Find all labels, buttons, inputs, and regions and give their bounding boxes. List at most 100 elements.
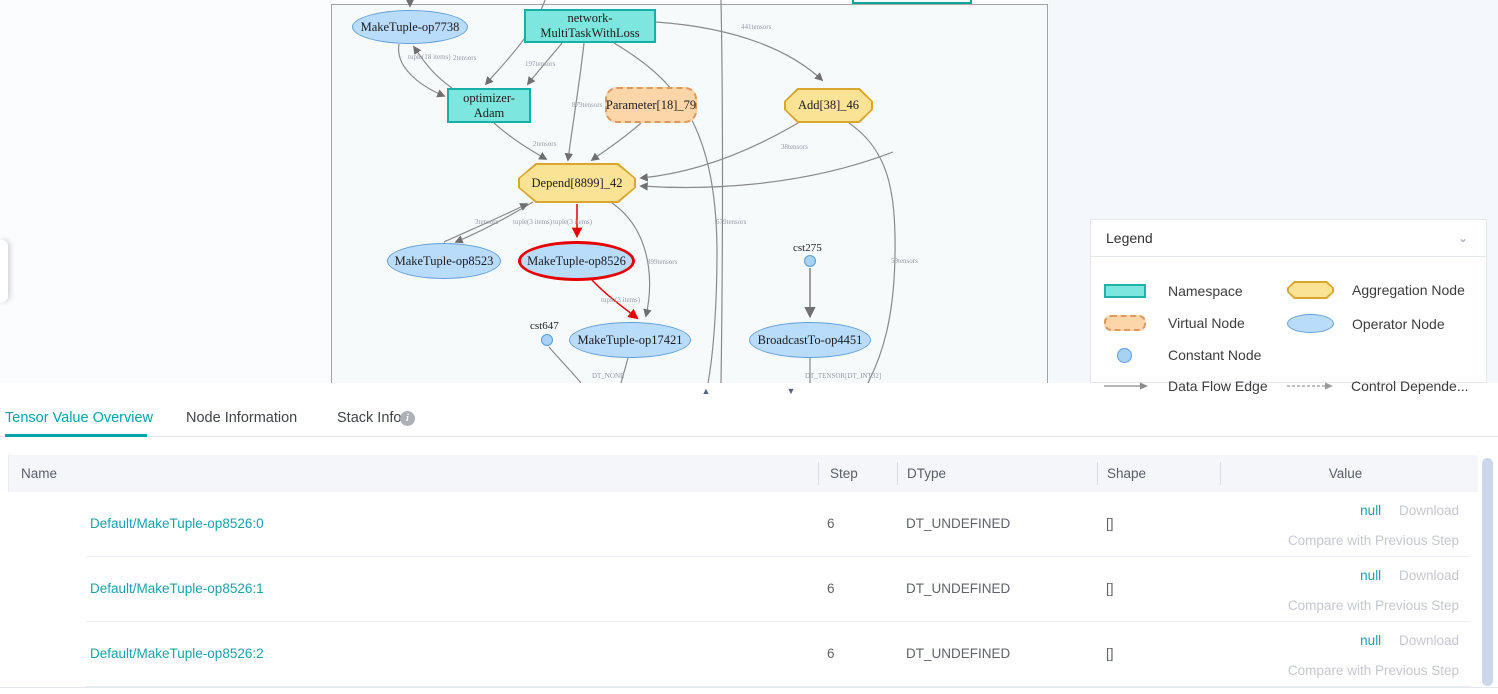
compare-previous-step-link[interactable]: Compare with Previous Step (1288, 598, 1459, 613)
download-link[interactable]: Download (1399, 568, 1459, 583)
data-flow-edge-swatch (1104, 381, 1148, 391)
tensor-name-link[interactable]: Default/MakeTuple-op8526:1 (90, 581, 264, 596)
namespace-swatch (1104, 284, 1146, 298)
column-value: Value (1220, 455, 1471, 492)
shape-value: [] (1106, 516, 1114, 531)
column-dtype: DType (907, 455, 946, 492)
expand-panel-button[interactable]: ▲ (663, 383, 749, 399)
edge-label: 679tensors (716, 218, 746, 226)
legend-panel: Legend ⌄ Namespace Aggregation Node Virt… (1090, 219, 1487, 383)
legend-title: Legend (1106, 230, 1153, 246)
node-depend-8899-42[interactable]: Depend[8899]_42 (518, 163, 636, 203)
edge-label: 2tensors (533, 140, 556, 148)
compare-previous-step-link[interactable]: Compare with Previous Step (1288, 663, 1459, 678)
table-row: Default/MakeTuple-op8526:0 6 DT_UNDEFINE… (8, 492, 1470, 557)
graph-section: MakeTuple-op7738 network-MultiTaskWithLo… (0, 0, 1498, 383)
sidebar-collapse-handle[interactable] (0, 240, 8, 302)
node-label: network-MultiTaskWithLoss (526, 11, 654, 41)
legend-item-constant: Constant Node (1104, 347, 1261, 363)
node-network-multitaskwithloss[interactable]: network-MultiTaskWithLoss (524, 9, 656, 43)
tensor-name-link[interactable]: Default/MakeTuple-op8526:2 (90, 646, 264, 661)
step-value: 6 (827, 581, 835, 596)
node-add-38-46[interactable]: Add[38]_46 (784, 88, 873, 123)
edge-label: 441tensors (741, 23, 771, 31)
dtype-value: DT_UNDEFINED (906, 516, 1010, 531)
panel-bottom-border (0, 687, 1498, 688)
virtual-node-swatch (1104, 315, 1146, 331)
null-value-link[interactable]: null (1360, 503, 1381, 518)
legend-item-dataflow: Data Flow Edge (1104, 378, 1268, 394)
shape-value: [] (1106, 646, 1114, 661)
aggregation-swatch (1287, 281, 1334, 299)
shape-value: [] (1106, 581, 1114, 596)
edge-label: DT_NONE (592, 372, 624, 380)
legend-header[interactable]: Legend ⌄ (1091, 220, 1486, 257)
table-row: Default/MakeTuple-op8526:1 6 DT_UNDEFINE… (8, 557, 1470, 622)
node-parameter-18-79[interactable]: Parameter[18]_79 (605, 87, 697, 123)
table-header: Name Step DType Shape Value (8, 455, 1478, 492)
operator-node-swatch (1287, 314, 1334, 333)
edge-label: DT_TENSOR[DT_INT32] (805, 372, 881, 380)
collapse-panel-button[interactable]: ▼ (748, 383, 834, 399)
node-maketuple-op8523[interactable]: MakeTuple-op8523 (387, 243, 501, 279)
column-separator (1097, 462, 1098, 485)
edge-label: 197tensors (525, 60, 555, 68)
download-link[interactable]: Download (1399, 633, 1459, 648)
tensor-table: Name Step DType Shape Value output Defau… (8, 455, 1478, 687)
cst647-label: cst647 (530, 320, 559, 332)
legend-item-namespace: Namespace (1104, 283, 1243, 299)
table-row: Default/MakeTuple-op8526:2 6 DT_UNDEFINE… (8, 622, 1470, 687)
edge-label: 59tensors (891, 257, 918, 265)
tabs-divider (0, 436, 1498, 437)
null-value-link[interactable]: null (1360, 633, 1381, 648)
node-optimizer-adam[interactable]: optimizer-Adam (447, 88, 531, 123)
edge-label: tuple(3 items) (513, 218, 552, 226)
tab-node-information[interactable]: Node Information (186, 410, 297, 426)
column-shape: Shape (1107, 455, 1146, 492)
tab-tensor-value-overview[interactable]: Tensor Value Overview (5, 410, 153, 426)
legend-label: Virtual Node (1168, 315, 1245, 331)
node-maketuple-op8526-selected[interactable]: MakeTuple-op8526 (518, 241, 635, 281)
edge-label: tuple(3 items) (601, 296, 640, 304)
legend-item-aggregation: Aggregation Node (1287, 281, 1465, 299)
table-scrollbar-thumb[interactable] (1482, 458, 1493, 686)
node-cst275[interactable] (804, 255, 816, 267)
control-dependency-swatch (1287, 381, 1333, 391)
node-label: MakeTuple-op17421 (577, 333, 682, 348)
node-label: Parameter[18]_79 (606, 98, 696, 113)
node-label: Add[38]_46 (786, 90, 871, 121)
node-maketuple-op7738[interactable]: MakeTuple-op7738 (352, 10, 468, 44)
node-label: MakeTuple-op7738 (361, 20, 460, 35)
legend-item-virtual: Virtual Node (1104, 315, 1245, 331)
node-label: Depend[8899]_42 (520, 165, 634, 201)
cst275-label: cst275 (793, 242, 822, 254)
dtype-value: DT_UNDEFINED (906, 646, 1010, 661)
edge-label: tuple(3 items) (553, 218, 592, 226)
compare-previous-step-link[interactable]: Compare with Previous Step (1288, 533, 1459, 548)
node-cst647[interactable] (541, 334, 553, 346)
step-value: 6 (827, 516, 835, 531)
active-tab-underline (5, 434, 147, 437)
node-label: MakeTuple-op8523 (395, 254, 494, 269)
bottom-panel-tabs: Tensor Value Overview Node Information S… (0, 400, 1498, 438)
legend-label: Constant Node (1168, 347, 1261, 363)
download-link[interactable]: Download (1399, 503, 1459, 518)
arrow-down-icon: ▼ (787, 387, 796, 396)
info-icon[interactable]: i (400, 411, 415, 426)
node-label: optimizer-Adam (449, 91, 529, 121)
tab-stack-info[interactable]: Stack Info (337, 410, 401, 426)
column-name: Name (21, 455, 57, 492)
legend-label: Operator Node (1352, 316, 1445, 332)
edge-label: 3tensors (475, 218, 498, 226)
column-separator (818, 462, 819, 485)
step-value: 6 (827, 646, 835, 661)
null-value-link[interactable]: null (1360, 568, 1381, 583)
legend-label: Data Flow Edge (1168, 378, 1268, 394)
chevron-down-icon[interactable]: ⌄ (1458, 231, 1468, 245)
dtype-value: DT_UNDEFINED (906, 581, 1010, 596)
node-broadcastto-op4451[interactable]: BroadcastTo-op4451 (749, 322, 871, 358)
legend-label: Namespace (1168, 283, 1243, 299)
legend-label: Aggregation Node (1352, 282, 1465, 298)
tensor-name-link[interactable]: Default/MakeTuple-op8526:0 (90, 516, 264, 531)
node-maketuple-op17421[interactable]: MakeTuple-op17421 (569, 322, 691, 358)
